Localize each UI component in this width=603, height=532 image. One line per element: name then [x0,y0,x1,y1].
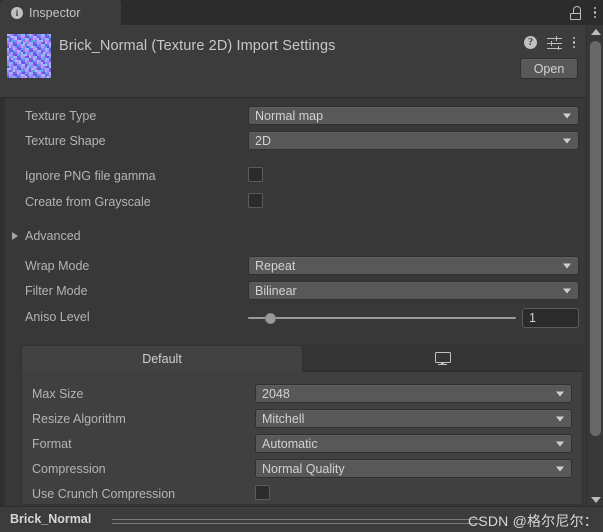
platform-settings-box: Default Max Size 2048 Resize Algorithm M… [21,345,583,505]
label-wrap-mode: Wrap Mode [25,259,90,273]
status-asset-name: Brick_Normal [10,512,92,526]
chevron-down-icon [563,288,571,293]
dropdown-wrap-mode[interactable]: Repeat [248,256,579,275]
scroll-up-arrow-icon[interactable] [587,25,603,38]
dropdown-filter-mode-value: Bilinear [255,283,297,298]
lock-icon[interactable] [569,5,582,20]
page-title: Brick_Normal (Texture 2D) Import Setting… [59,38,336,54]
platform-tabs: Default [22,346,582,372]
dropdown-compression[interactable]: Normal Quality [255,459,572,478]
header-kebab-menu-icon[interactable] [572,36,576,49]
label-aniso-level: Aniso Level [25,310,90,324]
chevron-down-icon [563,263,571,268]
dropdown-texture-type-value: Normal map [255,108,324,123]
dropdown-compression-value: Normal Quality [262,461,345,476]
dropdown-texture-shape[interactable]: 2D [248,131,579,150]
label-texture-type: Texture Type [25,109,97,123]
checkbox-create-from-grayscale[interactable] [248,193,263,208]
kebab-menu-icon[interactable] [593,6,597,19]
help-icon[interactable]: ? [524,36,537,49]
dropdown-format-value: Automatic [262,436,318,451]
label-use-crunch-compression: Use Crunch Compression [32,487,176,501]
watermark-text: CSDN @格尔尼尔： [468,513,598,529]
tabbar-actions [569,0,597,25]
label-ignore-png-gamma: Ignore PNG file gamma [25,169,156,183]
input-aniso-level[interactable]: 1 [522,308,579,328]
label-filter-mode: Filter Mode [25,284,88,298]
import-settings-header: Brick_Normal (Texture 2D) Import Setting… [0,25,586,98]
open-button[interactable]: Open [520,58,578,79]
info-icon: i [11,6,23,19]
dropdown-wrap-mode-value: Repeat [255,258,296,273]
dropdown-texture-shape-value: 2D [255,133,271,148]
label-resize-algorithm: Resize Algorithm [32,412,126,426]
label-texture-shape: Texture Shape [25,134,106,148]
chevron-right-icon [12,232,18,240]
tab-default-label: Default [142,352,182,366]
inspector-body: Texture Type Normal map Texture Shape 2D… [0,98,586,506]
tab-default[interactable]: Default [22,346,303,372]
chevron-down-icon [563,138,571,143]
status-divider [112,519,480,524]
chevron-down-icon [556,466,564,471]
slider-aniso-level-track[interactable] [248,317,516,319]
chevron-down-icon [556,416,564,421]
label-max-size: Max Size [32,387,84,401]
dropdown-resize-algorithm-value: Mitchell [262,411,305,426]
editor-tabbar: i Inspector [0,0,603,25]
preset-icon[interactable] [547,36,562,50]
tab-inspector[interactable]: i Inspector [0,0,121,25]
dropdown-texture-type[interactable]: Normal map [248,106,579,125]
label-format: Format [32,437,72,451]
tab-standalone[interactable] [303,346,582,372]
unity-inspector-window: i Inspector Brick_Normal (Texture 2D) Im… [0,0,603,532]
chevron-down-icon [563,113,571,118]
scroll-down-arrow-icon[interactable] [587,493,603,506]
dropdown-max-size-value: 2048 [262,386,290,401]
foldout-advanced[interactable]: Advanced [12,229,81,243]
label-compression: Compression [32,462,106,476]
vertical-scrollbar[interactable] [586,25,603,506]
dropdown-format[interactable]: Automatic [255,434,572,453]
status-bar: Brick_Normal CSDN @格尔尼尔： [0,506,603,532]
slider-aniso-level-handle[interactable] [265,313,276,324]
chevron-down-icon [556,391,564,396]
header-actions: ? [524,36,576,50]
chevron-down-icon [556,441,564,446]
dropdown-resize-algorithm[interactable]: Mitchell [255,409,572,428]
dropdown-filter-mode[interactable]: Bilinear [248,281,579,300]
dropdown-max-size[interactable]: 2048 [255,384,572,403]
tab-inspector-label: Inspector [29,5,81,20]
checkbox-use-crunch-compression[interactable] [255,485,270,500]
label-create-from-grayscale: Create from Grayscale [25,195,151,209]
monitor-icon [434,351,451,366]
scrollbar-thumb[interactable] [590,41,601,436]
texture-thumbnail[interactable] [7,34,51,78]
foldout-advanced-label: Advanced [25,229,81,243]
checkbox-ignore-png-gamma[interactable] [248,167,263,182]
